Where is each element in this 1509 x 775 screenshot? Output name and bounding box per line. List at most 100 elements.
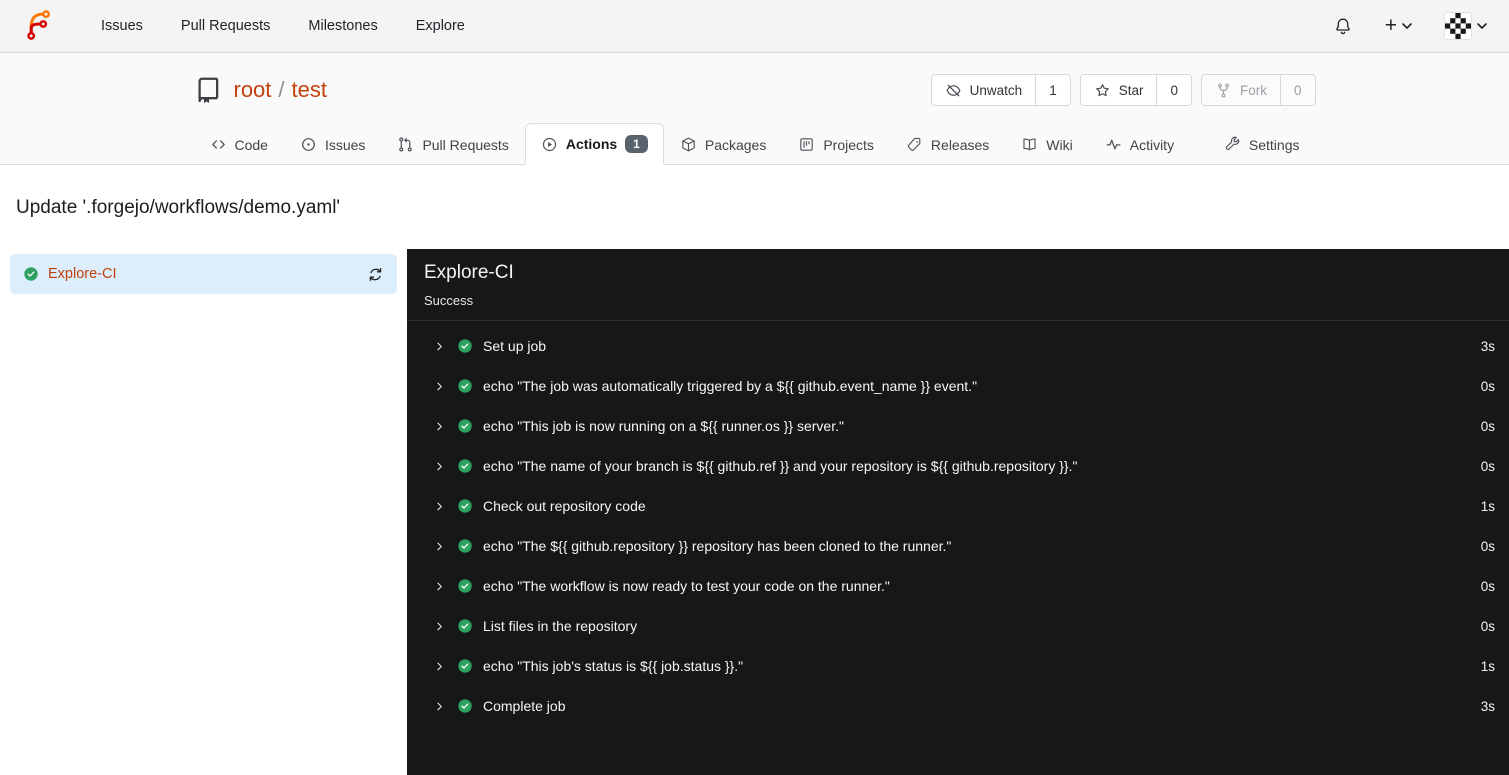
repo-header: root / test Unwatch 1 Star 0 Fork 0 Code… [0, 53, 1509, 165]
step-row[interactable]: echo "The workflow is now ready to test … [407, 566, 1509, 606]
chevron-right-icon [433, 340, 446, 353]
forgejo-logo-icon[interactable] [22, 9, 56, 43]
job-log-header: Explore-CI Success [407, 249, 1509, 322]
tab-label: Actions [565, 136, 618, 152]
tab-wiki[interactable]: Wiki [1005, 123, 1088, 165]
create-new-dropdown[interactable]: + [1384, 13, 1412, 37]
nav-pull-requests[interactable]: Pull Requests [162, 0, 289, 52]
repo-action-buttons: Unwatch 1 Star 0 Fork 0 [930, 74, 1316, 106]
nav-explore[interactable]: Explore [397, 0, 484, 52]
chevron-down-icon [1477, 23, 1487, 29]
repo-name: root / test [234, 77, 328, 103]
step-duration: 0s [1480, 538, 1495, 554]
fork-count: 0 [1279, 75, 1315, 105]
tools-icon [1224, 136, 1241, 153]
workflow-run-title: Update '.forgejo/workflows/demo.yaml' [16, 196, 341, 218]
star-count[interactable]: 0 [1156, 75, 1191, 105]
watch-count[interactable]: 1 [1035, 75, 1070, 105]
repo-name-link[interactable]: test [292, 77, 327, 103]
step-duration: 0s [1480, 618, 1495, 634]
refresh-icon[interactable] [367, 266, 384, 283]
avatar [1444, 12, 1472, 40]
book-icon [1021, 136, 1038, 153]
pull-request-icon [397, 136, 414, 153]
job-status: Success [424, 293, 474, 309]
step-label: echo "The ${{ github.repository }} repos… [483, 538, 952, 555]
code-icon [210, 136, 227, 153]
tab-issues[interactable]: Issues [284, 123, 381, 165]
step-row[interactable]: echo "This job's status is ${{ job.statu… [407, 646, 1509, 686]
success-check-icon [457, 618, 473, 634]
repo-tabs: Code Issues Pull Requests Actions 1 Pack… [194, 123, 1316, 165]
package-icon [680, 136, 697, 153]
tag-icon [906, 136, 923, 153]
tab-pull-requests[interactable]: Pull Requests [381, 123, 524, 165]
success-check-icon [457, 538, 473, 554]
user-menu-dropdown[interactable] [1444, 12, 1487, 40]
step-label: List files in the repository [483, 618, 638, 635]
step-duration: 3s [1480, 698, 1495, 714]
tab-label: Releases [930, 136, 990, 153]
tab-actions[interactable]: Actions 1 [524, 123, 664, 165]
step-row[interactable]: Complete job 3s [407, 686, 1509, 726]
repo-title-row: root / test Unwatch 1 Star 0 Fork 0 [194, 73, 1316, 107]
step-label: Complete job [483, 698, 566, 715]
plus-icon: + [1384, 13, 1397, 37]
tab-label: Projects [823, 136, 874, 153]
tab-projects[interactable]: Projects [782, 123, 890, 165]
jobs-sidebar: Explore-CI [0, 249, 407, 775]
project-board-icon [798, 136, 815, 153]
step-duration: 1s [1480, 498, 1495, 514]
star-button[interactable]: Star 0 [1079, 74, 1192, 106]
step-row[interactable]: echo "The name of your branch is ${{ git… [407, 446, 1509, 486]
nav-milestones[interactable]: Milestones [289, 0, 396, 52]
chevron-right-icon [433, 580, 446, 593]
tab-activity[interactable]: Activity [1089, 123, 1190, 165]
star-label: Star [1118, 82, 1144, 98]
actions-count-badge: 1 [625, 134, 648, 154]
unwatch-button[interactable]: Unwatch 1 [930, 74, 1071, 106]
step-label: echo "The workflow is now ready to test … [483, 578, 890, 595]
step-duration: 1s [1480, 658, 1495, 674]
repository-icon [194, 75, 224, 105]
step-row[interactable]: echo "The ${{ github.repository }} repos… [407, 526, 1509, 566]
play-circle-icon [541, 136, 558, 153]
fork-icon [1215, 82, 1232, 99]
chevron-down-icon [1402, 23, 1412, 29]
tab-releases[interactable]: Releases [890, 123, 1005, 165]
notifications-bell-icon[interactable] [1333, 16, 1353, 36]
tab-settings[interactable]: Settings [1208, 123, 1316, 165]
issue-circle-icon [300, 136, 317, 153]
chevron-right-icon [433, 660, 446, 673]
step-label: echo "The name of your branch is ${{ git… [483, 458, 1078, 475]
job-log-panel: Explore-CI Success Set up job 3s echo "T… [407, 249, 1509, 775]
tab-code[interactable]: Code [194, 123, 284, 165]
step-label: echo "This job's status is ${{ job.statu… [483, 658, 744, 675]
job-steps-list: Set up job 3s echo "The job was automati… [407, 321, 1509, 726]
repo-separator: / [278, 77, 285, 102]
chevron-right-icon [433, 700, 446, 713]
step-row[interactable]: echo "The job was automatically triggere… [407, 366, 1509, 406]
tab-label: Activity [1129, 136, 1175, 153]
step-label: echo "The job was automatically triggere… [483, 378, 978, 395]
repo-owner-link[interactable]: root [234, 77, 272, 103]
step-label: Check out repository code [483, 498, 646, 515]
step-row[interactable]: Check out repository code 1s [407, 486, 1509, 526]
workflow-run-view: Explore-CI Explore-CI Success Set up job… [0, 249, 1509, 775]
chevron-right-icon [433, 540, 446, 553]
job-item-explore-ci[interactable]: Explore-CI [10, 254, 397, 295]
tab-label: Wiki [1046, 136, 1073, 153]
chevron-right-icon [433, 420, 446, 433]
chevron-right-icon [433, 460, 446, 473]
tab-label: Packages [704, 136, 767, 153]
tab-packages[interactable]: Packages [664, 123, 782, 165]
success-check-icon [457, 378, 473, 394]
step-row[interactable]: Set up job 3s [407, 326, 1509, 366]
chevron-right-icon [433, 620, 446, 633]
nav-issues[interactable]: Issues [82, 0, 162, 52]
step-label: echo "This job is now running on a ${{ r… [483, 418, 844, 435]
navbar-right: + [1333, 12, 1487, 40]
step-row[interactable]: List files in the repository 0s [407, 606, 1509, 646]
step-row[interactable]: echo "This job is now running on a ${{ r… [407, 406, 1509, 446]
fork-button: Fork 0 [1200, 74, 1316, 106]
